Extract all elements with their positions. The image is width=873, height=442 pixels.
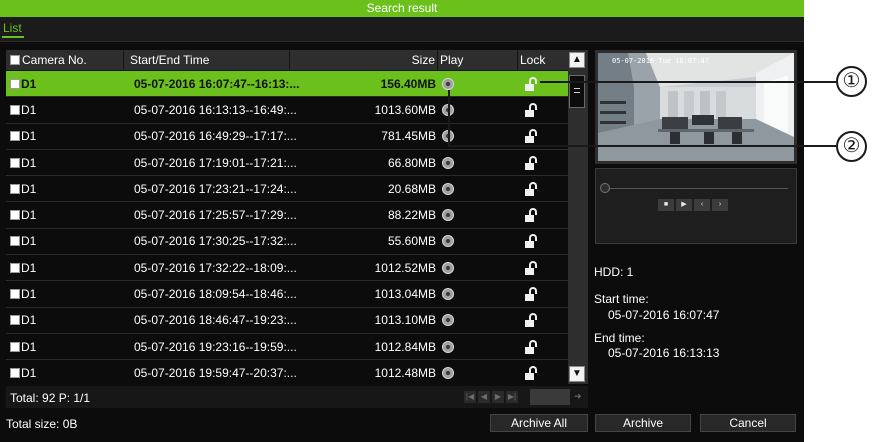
callout-1: ① [836, 66, 867, 97]
callout-2: ② [836, 131, 867, 162]
callout-lines [448, 81, 836, 147]
